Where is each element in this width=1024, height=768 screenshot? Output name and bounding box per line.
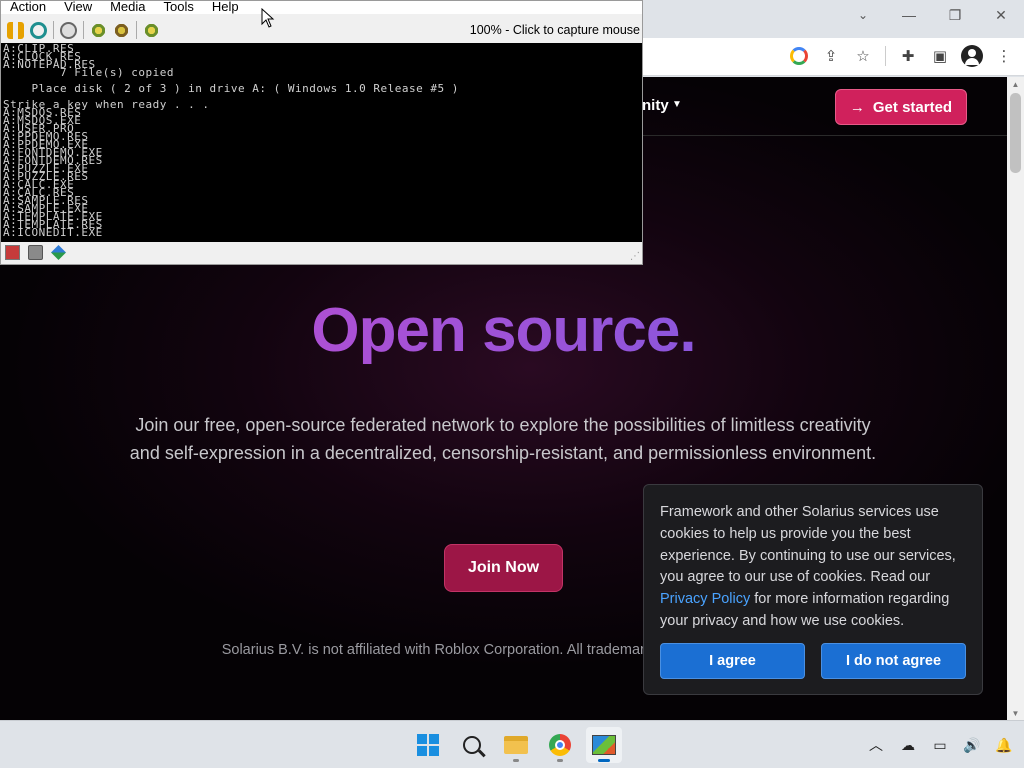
menu-action[interactable]: Action bbox=[1, 1, 55, 14]
close-button[interactable]: ✕ bbox=[978, 0, 1024, 30]
i-agree-button[interactable]: I agree bbox=[660, 643, 805, 679]
cookie-text: Framework and other Solarius services us… bbox=[660, 502, 972, 633]
vm-menu-bar: Action View Media Tools Help bbox=[1, 1, 642, 14]
toolbar-divider bbox=[136, 21, 137, 39]
menu-tools[interactable]: Tools bbox=[155, 1, 203, 14]
screen: ⌄ — ❐ ✕ ⇪ ☆ ✚ ▣ ⋮ nity ▼ → Get started O… bbox=[0, 0, 1024, 768]
cookie-dialog: Framework and other Solarius services us… bbox=[643, 484, 983, 695]
extensions-icon[interactable]: ✚ bbox=[896, 44, 920, 68]
scroll-down-icon[interactable]: ▼ bbox=[1007, 706, 1024, 720]
google-icon[interactable] bbox=[787, 44, 811, 68]
vm-status-text: 100% - Click to capture mouse bbox=[469, 23, 640, 37]
chrome-icon[interactable] bbox=[542, 727, 578, 763]
i-do-not-agree-button[interactable]: I do not agree bbox=[821, 643, 966, 679]
join-now-button[interactable]: Join Now bbox=[444, 544, 563, 592]
console-line: 7 File(s) copied bbox=[3, 66, 174, 79]
arrow-right-icon: → bbox=[849, 98, 865, 116]
share-icon[interactable]: ⇪ bbox=[819, 44, 843, 68]
search-icon[interactable] bbox=[454, 727, 490, 763]
windows-start-icon[interactable] bbox=[410, 727, 446, 763]
chevron-down-icon[interactable]: ⌄ bbox=[852, 4, 874, 26]
star-icon[interactable]: ☆ bbox=[851, 44, 875, 68]
volume-icon[interactable]: 🔊 bbox=[962, 735, 982, 755]
menu-icon[interactable]: ⋮ bbox=[992, 44, 1016, 68]
taskbar: ︿ ☁ ▭ 🔊 🔔 bbox=[0, 720, 1024, 768]
chevron-down-icon: ▼ bbox=[672, 99, 682, 110]
restore-button[interactable]: ❐ bbox=[932, 0, 978, 30]
snapshot-icon[interactable] bbox=[90, 21, 107, 39]
system-tray: ︿ ☁ ▭ 🔊 🔔 bbox=[866, 735, 1014, 755]
floppy-drive-icon[interactable] bbox=[5, 245, 20, 260]
window-controls: — ❐ ✕ bbox=[886, 0, 1024, 30]
notification-bell-icon[interactable]: 🔔 bbox=[994, 735, 1014, 755]
power-icon[interactable] bbox=[60, 21, 77, 39]
minimize-button[interactable]: — bbox=[886, 0, 932, 30]
console-line: Place disk ( 2 of 3 ) in drive A: ( Wind… bbox=[3, 82, 459, 95]
hero-subtitle: Join our free, open-source federated net… bbox=[129, 415, 877, 463]
network-icon[interactable] bbox=[51, 245, 66, 260]
get-started-button[interactable]: → Get started bbox=[835, 89, 967, 125]
vm-console[interactable]: A:CLIP.RES A:CLOCK.RES A:NOTEPAD.RES 7 Fil… bbox=[1, 43, 642, 242]
disk-drive-icon[interactable] bbox=[28, 245, 43, 260]
cookie-text-part: Framework and other Solarius services us… bbox=[660, 504, 956, 586]
vm-toolbar: 100% - Click to capture mouse bbox=[1, 17, 642, 42]
vm-statusbar: ⋰ bbox=[1, 242, 642, 264]
resize-grip-icon[interactable]: ⋰ bbox=[630, 251, 640, 262]
profile-icon[interactable] bbox=[960, 44, 984, 68]
vm-window: Action View Media Tools Help 100% - Clic… bbox=[0, 0, 643, 265]
reset-icon[interactable] bbox=[30, 21, 47, 39]
page-scrollbar[interactable]: ▲ ▼ bbox=[1007, 77, 1024, 720]
settings-icon[interactable] bbox=[143, 21, 160, 39]
menu-media[interactable]: Media bbox=[101, 1, 154, 14]
onedrive-icon[interactable]: ☁ bbox=[898, 735, 918, 755]
menu-view[interactable]: View bbox=[55, 1, 101, 14]
display-icon[interactable]: ▭ bbox=[930, 735, 950, 755]
hero-title: Open source. bbox=[0, 295, 1007, 366]
tray-chevron-icon[interactable]: ︿ bbox=[866, 735, 886, 755]
menu-help[interactable]: Help bbox=[203, 1, 248, 14]
scroll-thumb[interactable] bbox=[1010, 93, 1021, 173]
privacy-policy-link[interactable]: Privacy Policy bbox=[660, 591, 750, 607]
file-explorer-icon[interactable] bbox=[498, 727, 534, 763]
vm-app-icon[interactable] bbox=[586, 727, 622, 763]
scroll-up-icon[interactable]: ▲ bbox=[1007, 77, 1024, 91]
nav-community[interactable]: nity bbox=[642, 97, 669, 114]
sidebar-icon[interactable]: ▣ bbox=[928, 44, 952, 68]
toolbar-divider bbox=[83, 21, 84, 39]
revert-icon[interactable] bbox=[113, 21, 130, 39]
console-line: A:ICONEDIT.EXE bbox=[3, 226, 103, 239]
toolbar-divider bbox=[885, 46, 886, 66]
toolbar-divider bbox=[53, 21, 54, 39]
get-started-label: Get started bbox=[872, 98, 953, 116]
pause-icon[interactable] bbox=[7, 21, 24, 39]
